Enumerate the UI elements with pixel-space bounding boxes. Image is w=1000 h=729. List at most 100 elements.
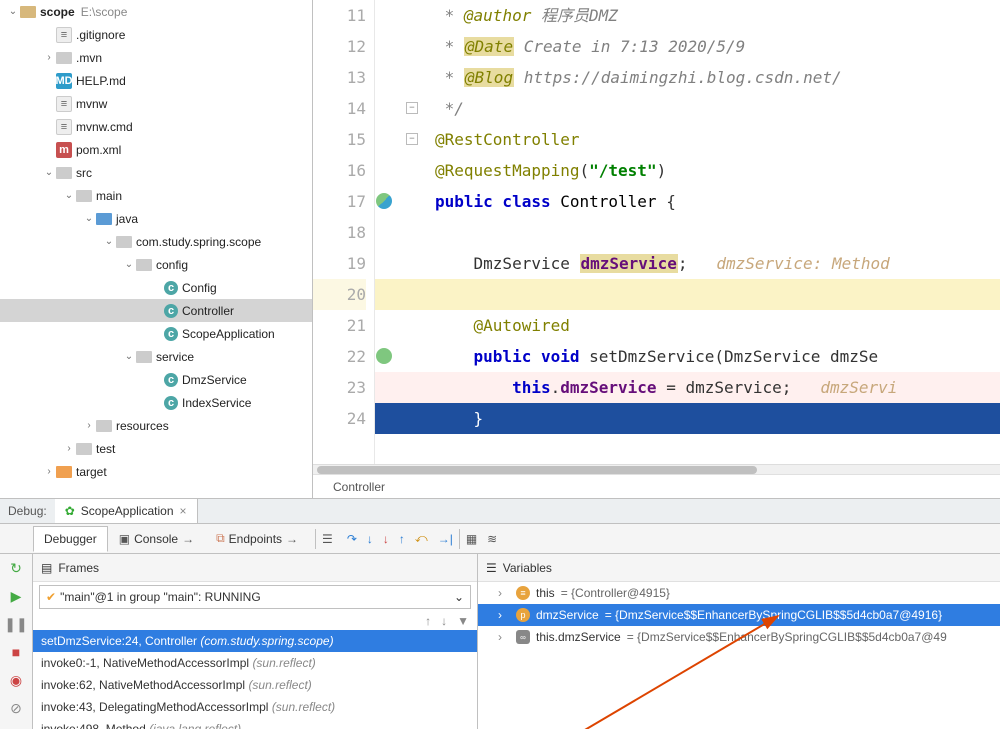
frames-header: ▤ Frames [33,554,477,582]
endpoints-tab[interactable]: ⧉Endpoints→ [205,525,309,552]
vars-list[interactable]: ›≡this = {Controller@4915}›pdmzService =… [478,582,1000,729]
force-step-icon[interactable]: ↓ [383,532,389,546]
rerun-icon[interactable]: ↻ [0,554,32,582]
dropdown-icon: ⌄ [454,590,464,604]
debug-run-tab[interactable]: ✿ ScopeApplication × [55,499,198,523]
var-kind-icon: ≡ [516,586,530,600]
folder-icon [96,420,112,432]
step-over-icon[interactable]: ↷ [347,532,357,546]
chevron-icon: › [82,420,96,431]
chevron-icon: ⌄ [62,190,76,201]
file-icon: ≡ [56,27,72,43]
frame-row[interactable]: setDmzService:24, Controller (com.study.… [33,630,477,652]
frame-row[interactable]: invoke:498, Method (java.lang.reflect) [33,718,477,729]
chevron-icon: › [42,52,56,63]
frames-list[interactable]: setDmzService:24, Controller (com.study.… [33,630,477,729]
left-toolbar: ↻ ▶ ❚❚ ■ ◉ ⊘ [0,554,33,729]
trace-icon[interactable]: ≋ [487,532,497,546]
tree-row[interactable]: cIndexService [0,391,312,414]
tree-row[interactable]: ›target [0,460,312,483]
stop-icon[interactable]: ■ [0,638,32,666]
run-to-cursor-icon[interactable]: →| [438,532,453,546]
frame-row[interactable]: invoke0:-1, NativeMethodAccessorImpl (su… [33,652,477,674]
file-icon: ≡ [56,119,72,135]
tree-row[interactable]: ⌄src [0,161,312,184]
var-kind-icon: p [516,608,530,622]
code-editor[interactable]: * @author * @author 程序员DMZ程序员DMZ * @Date… [375,0,1000,464]
drop-frame-icon[interactable]: ⤺ [415,531,428,546]
next-frame-icon[interactable]: ↓ [441,614,447,628]
resume-icon[interactable]: ▶ [0,582,32,610]
tree-row[interactable]: cConfig [0,276,312,299]
step-out-icon[interactable]: ↑ [399,532,405,546]
debug-header: Debug: ✿ ScopeApplication × [0,499,1000,524]
tree-row[interactable]: cScopeApplication [0,322,312,345]
tree-row[interactable]: ⌄java [0,207,312,230]
mute-icon[interactable]: ⊘ [0,694,32,722]
folder-icon [56,52,72,64]
breadcrumb[interactable]: Controller [313,474,1000,498]
vars-header: ☰ Variables [478,554,1000,582]
thread-selector[interactable]: ✔ "main"@1 in group "main": RUNNING ⌄ [39,585,471,609]
tree-row[interactable]: cDmzService [0,368,312,391]
tree-row[interactable]: ⌄config [0,253,312,276]
project-tree[interactable]: ⌄ scope E:\scope ≡.gitignore›.mvnMDHELP.… [0,0,313,498]
close-icon[interactable]: × [180,504,187,518]
tree-row[interactable]: ⌄com.study.spring.scope [0,230,312,253]
tree-row[interactable]: ⌄service [0,345,312,368]
tree-row[interactable]: ›test [0,437,312,460]
tree-row[interactable]: ≡mvnw.cmd [0,115,312,138]
maven-icon: m [56,142,72,158]
chevron-icon: ⌄ [102,236,116,247]
step-into-icon[interactable]: ↓ [367,532,373,546]
frame-row[interactable]: invoke:43, DelegatingMethodAccessorImpl … [33,696,477,718]
frames-icon: ▤ [41,561,52,575]
var-row[interactable]: ›pdmzService = {DmzService$$EnhancerBySp… [478,604,1000,626]
var-kind-icon: ∞ [516,630,530,644]
chevron-icon: ⌄ [42,167,56,178]
chevron-icon: ⌄ [122,351,136,362]
var-row[interactable]: ›∞this.dmzService = {DmzService$$Enhance… [478,626,1000,648]
tree-row[interactable]: mpom.xml [0,138,312,161]
folder-icon [56,466,72,478]
prev-frame-icon[interactable]: ↑ [425,614,431,628]
console-tab[interactable]: ▣Console→ [108,526,205,552]
chevron-icon: ⌄ [122,259,136,270]
evaluate-icon[interactable]: ▦ [466,532,477,546]
tree-row[interactable]: MDHELP.md [0,69,312,92]
console-icon: ▣ [119,532,130,546]
chevron-right-icon: › [498,586,510,600]
filter-icon[interactable]: ▼ [457,614,469,628]
class-icon: c [164,396,178,410]
pause-icon[interactable]: ❚❚ [0,610,32,638]
chevron-icon: › [62,443,76,454]
md-icon: MD [56,73,72,89]
root-path: E:\scope [81,5,128,19]
tree-row[interactable]: ⌄ scope E:\scope [0,0,312,23]
root-name: scope [40,5,75,19]
endpoints-icon: ⧉ [216,531,225,546]
tree-row[interactable]: ≡mvnw [0,92,312,115]
folder-icon [116,236,132,248]
class-icon: c [164,373,178,387]
chevron-icon: ⌄ [82,213,96,224]
class-icon: c [164,327,178,341]
frame-row[interactable]: invoke:62, NativeMethodAccessorImpl (sun… [33,674,477,696]
chevron-icon: › [42,466,56,477]
chevron-right-icon: › [498,608,510,622]
debugger-tab[interactable]: Debugger [33,526,108,552]
var-row[interactable]: ›≡this = {Controller@4915} [478,582,1000,604]
chevron-right-icon: › [498,630,510,644]
tree-row[interactable]: cController [0,299,312,322]
tree-row[interactable]: ≡.gitignore [0,23,312,46]
layout-icon[interactable]: ☰ [322,532,333,546]
debug-label: Debug: [0,504,55,518]
folder-icon [136,351,152,363]
folder-icon [56,167,72,179]
breakpoints-icon[interactable]: ◉ [0,666,32,694]
tree-row[interactable]: ⌄main [0,184,312,207]
check-icon: ✔ [46,590,56,604]
scrollbar-h[interactable] [313,464,1000,474]
tree-row[interactable]: ›.mvn [0,46,312,69]
tree-row[interactable]: ›resources [0,414,312,437]
